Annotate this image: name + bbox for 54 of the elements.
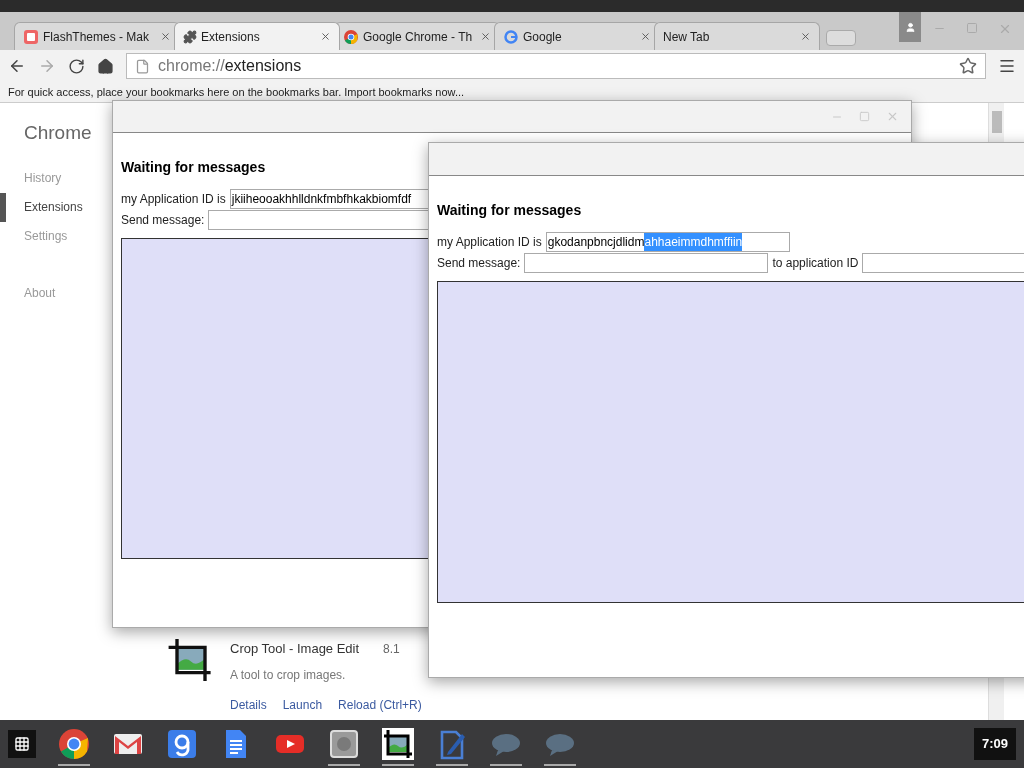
extension-description: A tool to crop images. [230, 667, 347, 684]
clock[interactable]: 7:09 [973, 728, 1016, 760]
tab-title: FlashThemes - Mak [43, 28, 151, 46]
google-icon [503, 28, 519, 45]
crop-tool-icon [168, 638, 214, 681]
extension-version: 8.1 [383, 640, 400, 658]
bookmarks-bar-text: For quick access, place your bookmarks here on the bookmarks bar. Import bookmarks now... [8, 84, 465, 100]
to-label: to application ID [772, 255, 859, 272]
send-label: Send message: [121, 212, 205, 229]
close-icon[interactable] [800, 31, 811, 42]
letter-g-icon [166, 728, 198, 760]
tab-title: New Tab [663, 28, 711, 46]
crop-icon [382, 728, 414, 760]
chrome-icon [58, 728, 90, 760]
back-icon[interactable] [8, 57, 26, 75]
send-label: Send message: [437, 255, 521, 272]
sidebar-title: Chrome [23, 121, 93, 145]
menu-icon[interactable] [998, 57, 1016, 75]
tab-title: Extensions [201, 28, 261, 46]
tab-title: Google Chrome - Th [363, 28, 474, 46]
status-heading: Waiting for messages [437, 201, 583, 220]
profile-button[interactable] [899, 12, 921, 42]
app-launcher-button[interactable] [8, 730, 36, 758]
status-heading: Waiting for messages [121, 158, 267, 177]
bookmark-star-icon[interactable] [959, 57, 977, 75]
grid-icon [14, 736, 30, 752]
extension-name: Crop Tool - Image Edit [230, 639, 360, 658]
browser-tab[interactable]: Extensions [174, 22, 340, 50]
extension-link[interactable]: Details [230, 696, 267, 714]
id-field[interactable]: gkodanpbncjdlidmahhaeimmdhmffiin [545, 232, 790, 252]
files-icon [328, 728, 360, 760]
page-icon [135, 58, 150, 74]
id-label: my Application ID is [437, 234, 542, 251]
reload-icon[interactable] [68, 57, 85, 75]
close-icon[interactable] [640, 31, 651, 42]
close-icon[interactable] [320, 31, 331, 42]
home-icon[interactable] [97, 57, 114, 75]
person-icon [904, 21, 916, 33]
logo-icon [23, 28, 39, 45]
extension-link[interactable]: Reload (Ctrl+R) [338, 696, 422, 714]
puzzle-icon [183, 29, 197, 44]
url-text: chrome://extensions [158, 56, 302, 76]
address-bar[interactable]: chrome://extensions [126, 53, 986, 79]
id-label: my Application ID is [121, 191, 226, 208]
id-field[interactable]: jkiiheooakhhlldnkfmbfhkakbiomfdf [229, 189, 430, 209]
message-field[interactable] [524, 253, 769, 273]
selected-text: ahhaeimmdhmffiin [644, 233, 743, 251]
browser-tab[interactable]: New Tab [654, 22, 820, 50]
extension-link[interactable]: Launch [282, 696, 323, 714]
target-id-field[interactable] [862, 253, 1024, 273]
tab-title: Google [523, 28, 563, 46]
close-icon[interactable] [160, 31, 171, 42]
chrome-icon [343, 28, 359, 45]
close-icon[interactable] [480, 31, 491, 42]
